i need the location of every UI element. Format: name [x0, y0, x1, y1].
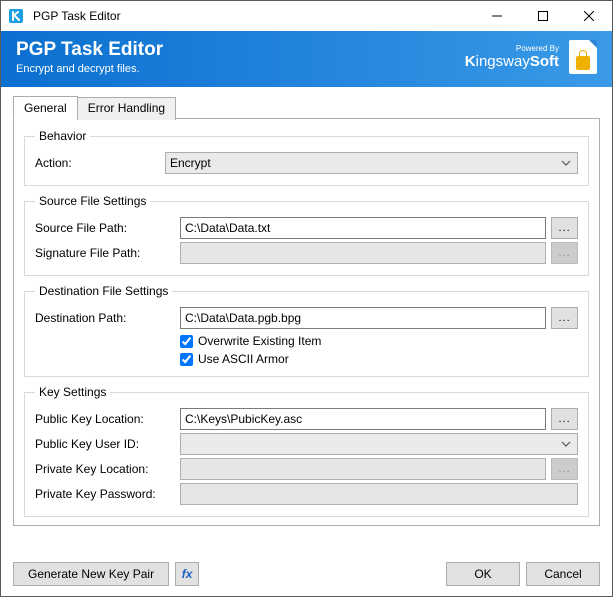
source-group: Source File Settings Source File Path: .…	[24, 194, 589, 276]
window-title: PGP Task Editor	[31, 9, 474, 23]
app-icon	[1, 8, 31, 24]
ascii-armor-checkbox[interactable]	[180, 353, 193, 366]
minimize-button[interactable]	[474, 1, 520, 31]
header-banner: PGP Task Editor Encrypt and decrypt file…	[1, 31, 612, 87]
header-subtitle: Encrypt and decrypt files.	[16, 63, 465, 75]
private-key-pwd-label: Private Key Password:	[35, 487, 180, 501]
destination-path-browse[interactable]: ...	[551, 307, 578, 329]
source-path-input[interactable]	[180, 217, 546, 239]
footer: Generate New Key Pair fx OK Cancel	[1, 554, 612, 596]
signature-path-browse: ...	[551, 242, 578, 264]
behavior-group: Behavior Action: Encrypt	[24, 129, 589, 186]
overwrite-checkbox[interactable]	[180, 335, 193, 348]
tab-panel-general: Behavior Action: Encrypt Source File Set…	[13, 119, 600, 526]
destination-group: Destination File Settings Destination Pa…	[24, 284, 589, 377]
ok-button[interactable]: OK	[446, 562, 520, 586]
header-title: PGP Task Editor	[16, 39, 465, 61]
window: PGP Task Editor PGP Task Editor Encrypt …	[0, 0, 613, 597]
behavior-legend: Behavior	[35, 129, 90, 143]
destination-path-label: Destination Path:	[35, 311, 180, 325]
source-path-label: Source File Path:	[35, 221, 180, 235]
public-key-loc-browse[interactable]: ...	[551, 408, 578, 430]
destination-legend: Destination File Settings	[35, 284, 172, 298]
action-label: Action:	[35, 156, 165, 170]
generate-key-pair-button[interactable]: Generate New Key Pair	[13, 562, 169, 586]
cancel-button[interactable]: Cancel	[526, 562, 600, 586]
private-key-loc-input	[180, 458, 546, 480]
tab-strip: General Error Handling	[13, 95, 600, 119]
tab-general[interactable]: General	[13, 96, 78, 119]
source-path-browse[interactable]: ...	[551, 217, 578, 239]
signature-path-label: Signature File Path:	[35, 246, 180, 260]
lock-file-icon	[569, 40, 597, 74]
ascii-armor-label: Use ASCII Armor	[198, 352, 289, 366]
public-key-loc-label: Public Key Location:	[35, 412, 180, 426]
public-key-uid-select[interactable]	[180, 433, 578, 455]
overwrite-label: Overwrite Existing Item	[198, 334, 321, 348]
public-key-loc-input[interactable]	[180, 408, 546, 430]
private-key-pwd-input	[180, 483, 578, 505]
private-key-loc-browse: ...	[551, 458, 578, 480]
key-settings-group: Key Settings Public Key Location: ... Pu…	[24, 385, 589, 517]
body: General Error Handling Behavior Action: …	[1, 87, 612, 554]
brand-logo: Powered By KingswaySoft	[465, 44, 559, 70]
close-button[interactable]	[566, 1, 612, 31]
source-legend: Source File Settings	[35, 194, 150, 208]
window-controls	[474, 1, 612, 31]
public-key-uid-label: Public Key User ID:	[35, 437, 180, 451]
signature-path-input	[180, 242, 546, 264]
titlebar: PGP Task Editor	[1, 1, 612, 31]
destination-path-input[interactable]	[180, 307, 546, 329]
private-key-loc-label: Private Key Location:	[35, 462, 180, 476]
maximize-button[interactable]	[520, 1, 566, 31]
key-settings-legend: Key Settings	[35, 385, 110, 399]
tab-error-handling[interactable]: Error Handling	[77, 97, 176, 120]
fx-button[interactable]: fx	[175, 562, 199, 586]
action-select[interactable]: Encrypt	[165, 152, 578, 174]
